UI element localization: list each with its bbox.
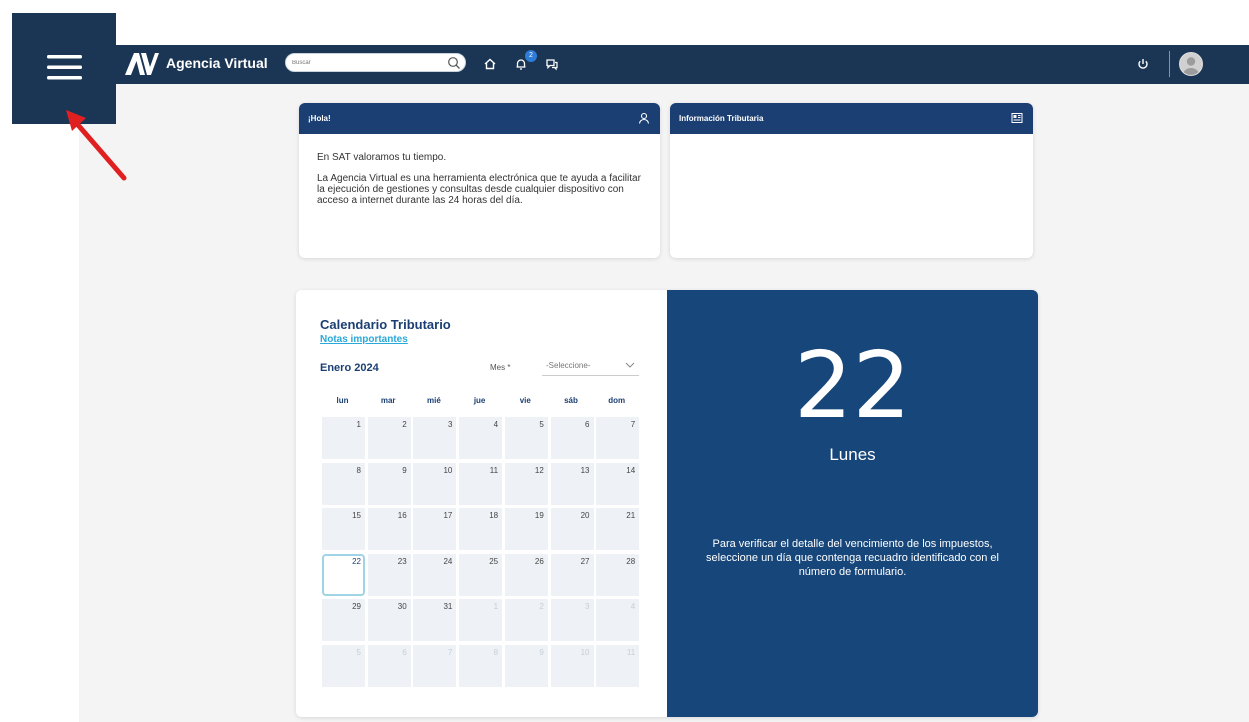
search-box	[285, 53, 466, 72]
search-input[interactable]	[292, 56, 442, 70]
hola-card: ¡Hola! En SAT valoramos tu tiempo. La Ag…	[299, 103, 660, 258]
hola-intro-text: En SAT valoramos tu tiempo.	[317, 152, 447, 163]
weekday-label: mar	[380, 396, 396, 405]
user-avatar[interactable]	[1179, 52, 1203, 76]
search-icon[interactable]	[447, 56, 461, 70]
calendar-day-cell[interactable]: 24	[413, 553, 457, 596]
hola-card-body: En SAT valoramos tu tiempo. La Agencia V…	[299, 134, 660, 206]
calendar-day-cell[interactable]: 25	[459, 553, 503, 596]
calendar-day-cell[interactable]: 11	[459, 462, 503, 505]
calendar-day-cell: 1	[459, 599, 503, 641]
selected-day-number: 22	[793, 332, 912, 439]
calendar-day-cell[interactable]: 5	[504, 417, 548, 459]
calendar-card: Calendario Tributario Notas importantes …	[296, 290, 1038, 717]
calendar-day-cell: 10	[550, 644, 594, 687]
notification-badge: 2	[525, 50, 537, 62]
calendar-day-cell[interactable]: 3	[413, 417, 457, 459]
chat-icon[interactable]	[544, 56, 560, 72]
calendar-day-cell[interactable]: 8	[322, 462, 365, 505]
calendar-day-cell: 8	[459, 644, 503, 687]
info-tributaria-title: Información Tributaria	[679, 114, 764, 123]
calendar-day-cell[interactable]: 9	[367, 462, 411, 505]
calendar-title: Calendario Tributario	[320, 317, 451, 332]
calendar-day-cell[interactable]: 4	[459, 417, 503, 459]
chevron-down-icon	[625, 362, 635, 368]
calendar-day-cell[interactable]: 20	[550, 508, 594, 550]
mes-label: Mes *	[490, 363, 511, 372]
calendar-day-cell[interactable]: 6	[550, 417, 594, 459]
weekday-label: dom	[608, 396, 626, 405]
calendar-day-cell[interactable]: 12	[504, 462, 548, 505]
weekday-label: vie	[519, 396, 531, 405]
calendar-day-cell[interactable]: 26	[504, 553, 548, 596]
calendar-day-cell[interactable]: 1	[322, 417, 365, 459]
calendar-day-cell[interactable]: 15	[322, 508, 365, 550]
calendar-day-cell: 7	[413, 644, 457, 687]
app-title: Agencia Virtual	[166, 55, 268, 71]
app-window: Agencia Virtual 2	[79, 45, 1249, 722]
weekday-label: sáb	[564, 396, 578, 405]
home-icon[interactable]	[482, 56, 498, 72]
calendar-day-cell[interactable]: 23	[367, 553, 411, 596]
top-navbar: Agencia Virtual 2	[79, 45, 1249, 84]
selected-day-weekday: Lunes	[829, 445, 876, 464]
calendar-day-cell: 3	[550, 599, 594, 641]
hola-description-text: La Agencia Virtual es una herramienta el…	[317, 173, 641, 206]
calendar-day-cell: 9	[504, 644, 548, 687]
hamburger-menu-icon	[47, 55, 82, 80]
mes-select-value: -Seleccione-	[546, 361, 591, 370]
calendar-panel: Calendario Tributario Notas importantes …	[296, 290, 667, 717]
user-silhouette-icon	[1183, 57, 1199, 75]
weekday-header: lun mar mié jue vie sáb dom	[320, 396, 640, 408]
calendar-day-cell[interactable]: 27	[550, 553, 594, 596]
calendar-day-cell[interactable]: 2	[367, 417, 411, 459]
calendar-day-cell[interactable]: 16	[367, 508, 411, 550]
hola-card-header: ¡Hola!	[299, 103, 660, 134]
hola-card-title: ¡Hola!	[308, 114, 331, 123]
calendar-day-cell[interactable]: 14	[596, 462, 640, 505]
calendar-day-cell[interactable]: 28	[596, 553, 640, 596]
power-icon[interactable]	[1135, 56, 1151, 72]
calendar-day-cell: 11	[596, 644, 640, 687]
agencia-virtual-logo[interactable]	[125, 51, 159, 77]
calendar-day-cell[interactable]: 10	[413, 462, 457, 505]
mes-select[interactable]: -Seleccione-	[542, 357, 639, 376]
calendar-day-cell: 6	[367, 644, 411, 687]
calendar-day-cell[interactable]: 22	[322, 553, 365, 596]
calendar-day-cell: 4	[596, 599, 640, 641]
calendar-day-cell[interactable]: 21	[596, 508, 640, 550]
weekday-label: lun	[336, 396, 349, 405]
weekday-label: jue	[473, 396, 486, 405]
red-arrow-icon	[66, 110, 127, 181]
calendar-day-cell: 5	[322, 644, 365, 687]
calendar-day-cell[interactable]: 31	[413, 599, 457, 641]
user-icon	[638, 112, 650, 124]
weekday-label: mié	[426, 396, 441, 405]
calendar-day-cell[interactable]: 17	[413, 508, 457, 550]
calendar-day-cell[interactable]: 7	[596, 417, 640, 459]
calendar-day-cell[interactable]: 13	[550, 462, 594, 505]
calendar-day-cell[interactable]: 29	[322, 599, 365, 641]
notas-importantes-link[interactable]: Notas importantes	[320, 334, 408, 345]
calendar-day-cell[interactable]: 19	[504, 508, 548, 550]
day-detail-panel: 22 Lunes Para verificar el detalle del v…	[667, 290, 1038, 717]
info-tributaria-header: Información Tributaria	[670, 103, 1033, 134]
calendar-day-cell: 2	[504, 599, 548, 641]
news-icon	[1011, 113, 1023, 123]
calendar-day-cell[interactable]: 18	[459, 508, 503, 550]
day-info-text: Para verificar el detalle del vencimient…	[706, 538, 999, 578]
navbar-divider	[1169, 51, 1170, 77]
calendar-day-cell[interactable]: 30	[367, 599, 411, 641]
info-tributaria-card: Información Tributaria	[670, 103, 1033, 258]
calendar-month-label: Enero 2024	[320, 362, 379, 374]
